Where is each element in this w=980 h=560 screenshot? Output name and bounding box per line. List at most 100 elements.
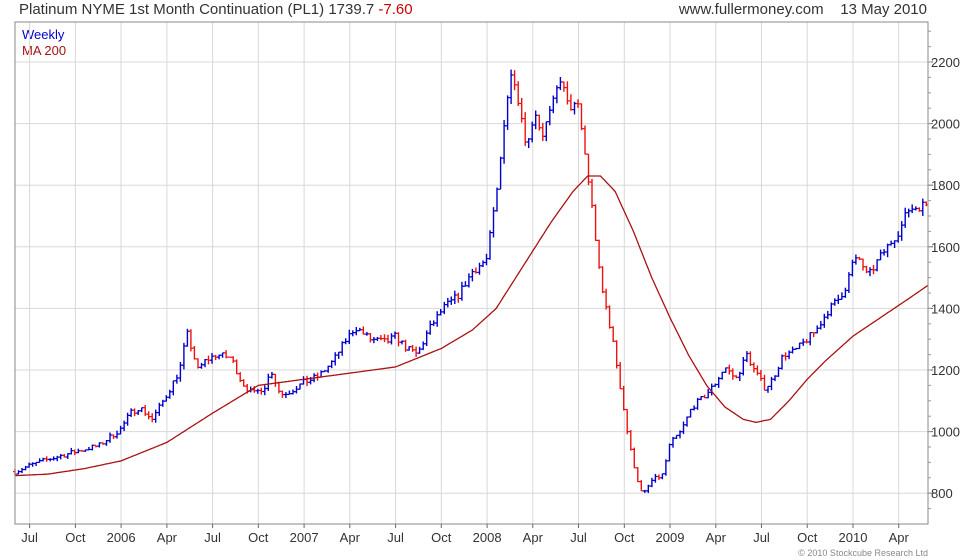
ohlc-bar [526, 138, 531, 149]
ohlc-bar [55, 455, 60, 462]
ohlc-bar [410, 345, 415, 352]
ohlc-bar [449, 296, 454, 305]
ohlc-bar [639, 480, 644, 492]
ohlc-bar [822, 313, 827, 328]
ohlc-bar [164, 395, 169, 402]
ohlc-bar [846, 272, 851, 293]
ohlc-bar [903, 207, 908, 228]
x-tick-label: 2010 [839, 530, 868, 545]
ohlc-bar [509, 69, 514, 104]
ohlc-bar [776, 366, 781, 377]
ohlc-bar [132, 408, 137, 417]
ohlc-bar [76, 448, 81, 454]
ohlc-bar [688, 408, 693, 418]
x-tick-label: Jul [753, 530, 770, 545]
ohlc-bar [301, 376, 306, 385]
ohlc-bar [452, 290, 457, 304]
ohlc-bar [407, 346, 412, 351]
ohlc-bar [702, 394, 707, 399]
ohlc-bar [523, 112, 528, 146]
x-tick-label: Apr [706, 530, 727, 545]
ohlc-bar [572, 101, 577, 115]
ohlc-bar [23, 465, 28, 471]
ohlc-bar [484, 253, 489, 266]
ohlc-bar [910, 204, 915, 214]
ohlc-bar [157, 402, 162, 416]
ohlc-bar [69, 447, 74, 455]
ohlc-bar [259, 387, 264, 395]
ohlc-bar [354, 327, 359, 336]
ohlc-bar [220, 352, 225, 358]
ohlc-bar [350, 330, 355, 337]
ohlc-bar [917, 207, 922, 212]
ohlc-bar [27, 462, 32, 468]
ohlc-bar [238, 372, 243, 383]
ohlc-bar [868, 267, 872, 277]
ohlc-bar [787, 350, 792, 360]
ohlc-bar [210, 353, 214, 364]
ohlc-bar [146, 411, 151, 420]
ohlc-bar [41, 457, 46, 462]
ohlc-bar [632, 447, 637, 469]
ohlc-bar [224, 350, 229, 359]
ohlc-bar [86, 447, 91, 451]
ohlc-bar [65, 453, 70, 459]
y-tick-label: 800 [931, 486, 953, 501]
ohlc-bar [185, 328, 190, 347]
ohlc-bar [122, 420, 127, 432]
ohlc-bar [129, 408, 134, 417]
ohlc-bar [885, 243, 890, 258]
ohlc-bar [586, 153, 591, 186]
ohlc-bar [298, 383, 302, 390]
ohlc-bar [818, 320, 823, 330]
ohlc-bar [438, 309, 443, 316]
ohlc-bar [188, 329, 193, 352]
ohlc-bar [192, 345, 197, 360]
ohlc-bar [748, 351, 753, 366]
x-tick-label: Oct [431, 530, 452, 545]
ohlc-bar [773, 375, 777, 382]
ohlc-bar [48, 458, 53, 462]
ohlc-bar [90, 444, 95, 451]
y-tick-label: 1200 [931, 363, 960, 378]
ohlc-bar [213, 354, 218, 361]
ohlc-bar [646, 484, 651, 493]
ohlc-bar [597, 239, 602, 269]
ohlc-bar [502, 120, 507, 164]
ohlc-bar [505, 95, 510, 130]
ohlc-bar [283, 392, 288, 399]
ohlc-bar [62, 454, 67, 458]
x-tick-label: Oct [248, 530, 269, 545]
ohlc-bar [537, 114, 542, 131]
x-tick-label: Jul [570, 530, 587, 545]
ohlc-bar [477, 262, 482, 275]
ohlc-bar [473, 267, 478, 274]
y-tick-label: 1400 [931, 301, 960, 316]
ohlc-bar [174, 374, 179, 384]
ohlc-bar [533, 110, 538, 130]
x-tick-label: Apr [523, 530, 544, 545]
ohlc-bar [305, 375, 309, 387]
ohlc-bar [83, 449, 88, 452]
ohlc-bar [37, 458, 42, 463]
ohlc-bar [481, 260, 485, 267]
ohlc-bar [30, 462, 35, 467]
ohlc-bar [628, 430, 633, 451]
y-tick-label: 1600 [931, 240, 960, 255]
ohlc-bar [832, 298, 837, 306]
ohlc-bar [734, 375, 739, 379]
ohlc-bar [203, 359, 207, 368]
ohlc-bar [340, 341, 345, 356]
y-tick-label: 2000 [931, 117, 960, 132]
ohlc-bar [16, 470, 21, 475]
ohlc-bar [695, 397, 700, 410]
x-tick-label: 2008 [473, 530, 502, 545]
ohlc-bar [825, 310, 830, 320]
ohlc-bar [512, 70, 517, 91]
ohlc-bar [389, 333, 394, 345]
ohlc-bar [843, 287, 848, 298]
ohlc-bar [899, 221, 904, 241]
ohlc-bar [368, 333, 373, 343]
ohlc-bar [780, 354, 784, 370]
ohlc-bar [692, 405, 697, 411]
